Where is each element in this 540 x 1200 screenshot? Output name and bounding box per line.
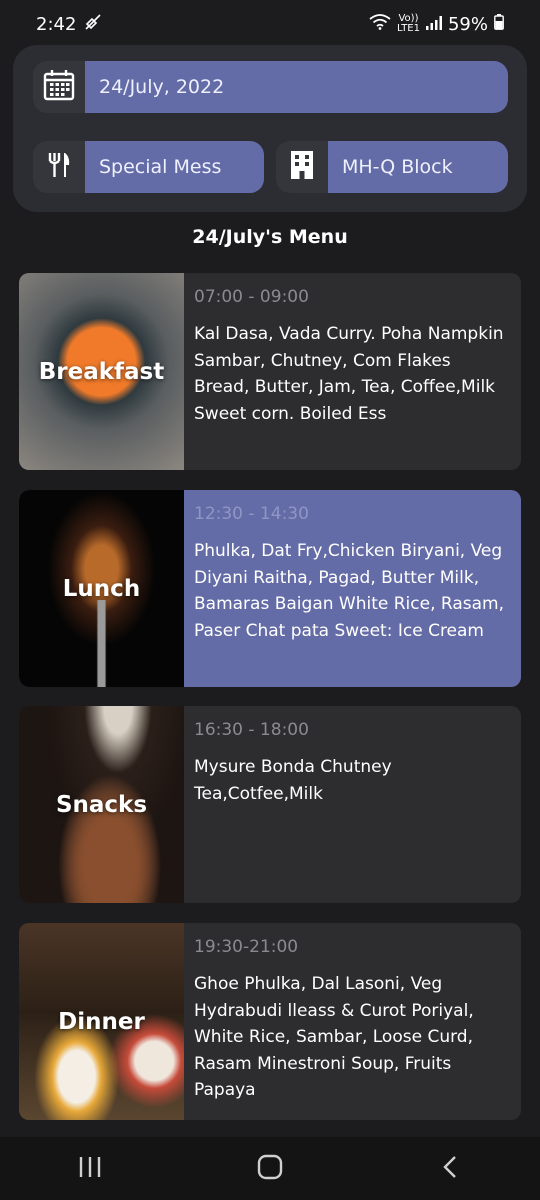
meal-time: 12:30 - 14:30 — [194, 504, 309, 524]
recents-button[interactable] — [60, 1149, 120, 1189]
status-bar: 2:42 Vo)) LTE1 59% — [0, 0, 540, 48]
meal-label: Dinner — [58, 1008, 145, 1035]
mute-icon — [84, 13, 102, 36]
meal-label: Lunch — [62, 575, 141, 602]
date-icon-box — [33, 61, 85, 113]
meal-items: Ghoe Phulka, Dal Lasoni, Veg Hydrabudi l… — [194, 974, 474, 1100]
meal-body: 16:30 - 18:00 Mysure Bonda Chutney Tea,C… — [184, 706, 521, 903]
meal-items: Kal Dasa, Vada Curry. Poha Nampkin Samba… — [194, 324, 504, 424]
meal-label: Breakfast — [38, 358, 165, 385]
back-icon — [442, 1155, 458, 1183]
signal-icon — [425, 14, 442, 35]
block-value: MH-Q Block — [328, 141, 508, 193]
meal-items: Phulka, Dat Fry,Chicken Biryani, Veg Diy… — [194, 541, 504, 641]
building-icon — [290, 150, 314, 184]
meal-time: 07:00 - 09:00 — [194, 287, 309, 307]
meal-time: 19:30-21:00 — [194, 937, 299, 957]
network-type: Vo)) LTE1 — [397, 14, 420, 34]
meal-time: 16:30 - 18:00 — [194, 720, 309, 740]
status-left: 2:42 — [36, 13, 102, 36]
meal-image-dinner: Dinner — [19, 923, 184, 1120]
back-button[interactable] — [420, 1149, 480, 1189]
mess-value: Special Mess — [85, 141, 264, 193]
meal-image-breakfast: Breakfast — [19, 273, 184, 470]
meal-label: Snacks — [55, 791, 148, 818]
meal-card-breakfast[interactable]: Breakfast 07:00 - 09:00 Kal Dasa, Vada C… — [19, 273, 521, 470]
calendar-icon — [43, 69, 75, 105]
meal-image-snacks: Snacks — [19, 706, 184, 903]
meal-card-lunch[interactable]: Lunch 12:30 - 14:30 Phulka, Dat Fry,Chic… — [19, 490, 521, 687]
recents-icon — [78, 1156, 102, 1182]
menu-title: 24/July's Menu — [192, 226, 348, 248]
status-right: Vo)) LTE1 59% — [369, 13, 504, 35]
meal-image-lunch: Lunch — [19, 490, 184, 687]
meal-body: 12:30 - 14:30 Phulka, Dat Fry,Chicken Bi… — [184, 490, 521, 687]
meal-card-dinner[interactable]: Dinner 19:30-21:00 Ghoe Phulka, Dal Laso… — [19, 923, 521, 1120]
meal-body: 19:30-21:00 Ghoe Phulka, Dal Lasoni, Veg… — [184, 923, 521, 1120]
block-selector[interactable]: MH-Q Block — [276, 141, 508, 193]
network-label-bottom: LTE1 — [397, 23, 420, 34]
date-picker[interactable]: 24/July, 2022 — [33, 61, 508, 113]
wifi-icon — [369, 13, 391, 35]
meal-card-snacks[interactable]: Snacks 16:30 - 18:00 Mysure Bonda Chutne… — [19, 706, 521, 903]
battery-percent: 59% — [447, 13, 488, 35]
home-button[interactable] — [240, 1149, 300, 1189]
clock: 2:42 — [36, 13, 77, 35]
date-value: 24/July, 2022 — [85, 61, 508, 113]
battery-icon — [494, 13, 504, 35]
system-nav-bar — [0, 1137, 540, 1200]
meal-items: Mysure Bonda Chutney Tea,Cotfee,Milk — [194, 757, 392, 804]
fork-knife-icon — [47, 152, 71, 182]
meal-body: 07:00 - 09:00 Kal Dasa, Vada Curry. Poha… — [184, 273, 521, 470]
mess-selector[interactable]: Special Mess — [33, 141, 264, 193]
filter-panel: 24/July, 2022 Special Mess MH-Q Block — [13, 45, 527, 212]
home-icon — [257, 1154, 283, 1184]
block-icon-box — [276, 141, 328, 193]
mess-icon-box — [33, 141, 85, 193]
